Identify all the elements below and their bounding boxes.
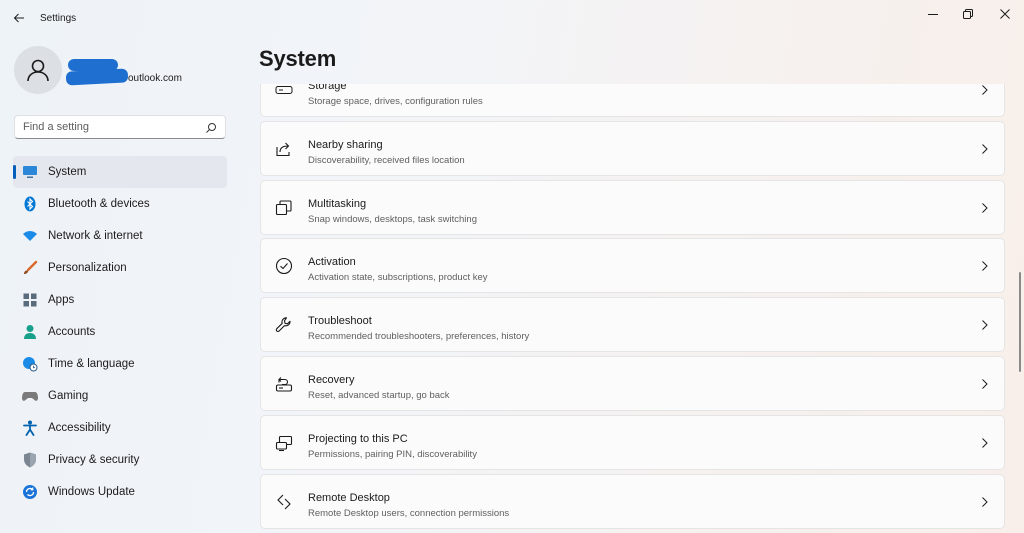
sidebar-item-network[interactable]: Network & internet bbox=[13, 220, 227, 252]
sidebar-item-accessibility[interactable]: Accessibility bbox=[13, 412, 227, 444]
setting-card-description: Remote Desktop users, connection permiss… bbox=[308, 508, 510, 519]
chevron-right-icon bbox=[982, 203, 988, 213]
setting-card-title: Projecting to this PC bbox=[308, 433, 408, 445]
sidebar-item-bluetooth[interactable]: Bluetooth & devices bbox=[13, 188, 227, 220]
title-bar: Settings bbox=[0, 0, 1024, 38]
sidebar-item-label: Time & language bbox=[48, 358, 135, 370]
page-title: System bbox=[259, 46, 337, 71]
sidebar-item-label: Apps bbox=[48, 294, 75, 306]
chevron-right-icon bbox=[982, 261, 988, 271]
sidebar-item-privacy-security[interactable]: Privacy & security bbox=[13, 444, 227, 476]
setting-card-remote-desktop[interactable]: Remote Desktop Remote Desktop users, con… bbox=[260, 474, 1005, 529]
setting-card-recovery[interactable]: Recovery Reset, advanced startup, go bac… bbox=[260, 356, 1005, 411]
setting-card-projecting[interactable]: Projecting to this PC Permissions, pairi… bbox=[260, 415, 1005, 470]
sidebar-item-label: System bbox=[48, 166, 87, 178]
chevron-right-icon bbox=[982, 379, 988, 389]
sidebar-item-label: Privacy & security bbox=[48, 454, 140, 466]
search-box[interactable] bbox=[14, 115, 226, 139]
chevron-right-icon bbox=[982, 320, 988, 330]
multitask-icon bbox=[275, 199, 293, 217]
apps-icon bbox=[22, 292, 38, 308]
sidebar-item-apps[interactable]: Apps bbox=[13, 284, 227, 316]
storage-icon bbox=[275, 84, 293, 99]
vertical-scrollbar[interactable] bbox=[1019, 272, 1021, 372]
chevron-right-icon bbox=[982, 438, 988, 448]
bluetooth-icon bbox=[22, 196, 38, 212]
settings-list: Storage Storage space, drives, configura… bbox=[250, 84, 1024, 533]
setting-card-title: Nearby sharing bbox=[308, 139, 383, 151]
person-icon bbox=[27, 59, 49, 82]
chevron-right-icon bbox=[982, 497, 988, 507]
wifi-icon bbox=[22, 228, 38, 244]
setting-card-title: Recovery bbox=[308, 374, 355, 386]
recovery-icon bbox=[275, 375, 293, 393]
minimize-button[interactable] bbox=[918, 4, 948, 24]
restore-icon bbox=[963, 9, 973, 19]
sidebar-item-personalization[interactable]: Personalization bbox=[13, 252, 227, 284]
setting-card-title: Storage bbox=[308, 84, 347, 92]
back-button[interactable] bbox=[9, 8, 29, 28]
sidebar-item-accounts[interactable]: Accounts bbox=[13, 316, 227, 348]
close-button[interactable] bbox=[990, 4, 1020, 24]
accounts-person-icon bbox=[22, 324, 38, 340]
setting-card-title: Multitasking bbox=[308, 198, 367, 210]
setting-card-title: Activation bbox=[308, 256, 356, 268]
back-arrow-icon bbox=[13, 13, 24, 23]
setting-card-description: Recommended troubleshooters, preferences… bbox=[308, 331, 530, 342]
setting-card-activation[interactable]: Activation Activation state, subscriptio… bbox=[260, 238, 1005, 293]
sidebar-item-label: Bluetooth & devices bbox=[48, 198, 150, 210]
close-icon bbox=[1000, 9, 1010, 19]
sidebar-item-windows-update[interactable]: Windows Update bbox=[13, 476, 227, 508]
app-title: Settings bbox=[40, 13, 77, 24]
chevron-right-icon bbox=[982, 144, 988, 154]
setting-card-title: Remote Desktop bbox=[308, 492, 390, 504]
sidebar-item-label: Network & internet bbox=[48, 230, 143, 242]
search-icon[interactable] bbox=[205, 122, 217, 134]
share-icon bbox=[275, 140, 293, 158]
sidebar-nav: System Bluetooth & devices Network & int… bbox=[13, 156, 227, 508]
setting-card-troubleshoot[interactable]: Troubleshoot Recommended troubleshooters… bbox=[260, 297, 1005, 352]
setting-card-multitasking[interactable]: Multitasking Snap windows, desktops, tas… bbox=[260, 180, 1005, 235]
shield-icon bbox=[22, 452, 38, 468]
setting-card-description: Discoverability, received files location bbox=[308, 155, 465, 166]
globe-clock-icon bbox=[22, 356, 38, 372]
sidebar-item-label: Gaming bbox=[48, 390, 89, 402]
sidebar-item-label: Windows Update bbox=[48, 486, 135, 498]
chevron-right-icon bbox=[982, 85, 988, 95]
sidebar-item-label: Accessibility bbox=[48, 422, 111, 434]
check-circle-icon bbox=[275, 257, 293, 275]
sidebar-item-gaming[interactable]: Gaming bbox=[13, 380, 227, 412]
setting-card-description: Snap windows, desktops, task switching bbox=[308, 214, 477, 225]
brush-icon bbox=[22, 260, 38, 276]
update-icon bbox=[22, 484, 38, 500]
minimize-icon bbox=[928, 14, 938, 15]
accessibility-icon bbox=[22, 420, 38, 436]
setting-card-description: Permissions, pairing PIN, discoverabilit… bbox=[308, 449, 477, 460]
avatar[interactable] bbox=[14, 46, 62, 94]
sidebar-item-time-language[interactable]: Time & language bbox=[13, 348, 227, 380]
sidebar-item-label: Accounts bbox=[48, 326, 96, 338]
setting-card-description: Reset, advanced startup, go back bbox=[308, 390, 450, 401]
projector-icon bbox=[275, 434, 293, 452]
sidebar-item-label: Personalization bbox=[48, 262, 127, 274]
setting-card-description: Activation state, subscriptions, product… bbox=[308, 272, 488, 283]
setting-card-nearby-sharing[interactable]: Nearby sharing Discoverability, received… bbox=[260, 121, 1005, 176]
setting-card-title: Troubleshoot bbox=[308, 315, 372, 327]
wrench-icon bbox=[275, 316, 293, 334]
restore-button[interactable] bbox=[953, 4, 983, 24]
sidebar-item-system[interactable]: System bbox=[13, 156, 227, 188]
remote-desktop-icon bbox=[275, 493, 293, 511]
gamepad-icon bbox=[22, 388, 38, 404]
setting-card-storage[interactable]: Storage Storage space, drives, configura… bbox=[260, 84, 1005, 117]
monitor-icon bbox=[22, 164, 38, 180]
setting-card-description: Storage space, drives, configuration rul… bbox=[308, 96, 483, 107]
search-input[interactable] bbox=[23, 121, 193, 133]
